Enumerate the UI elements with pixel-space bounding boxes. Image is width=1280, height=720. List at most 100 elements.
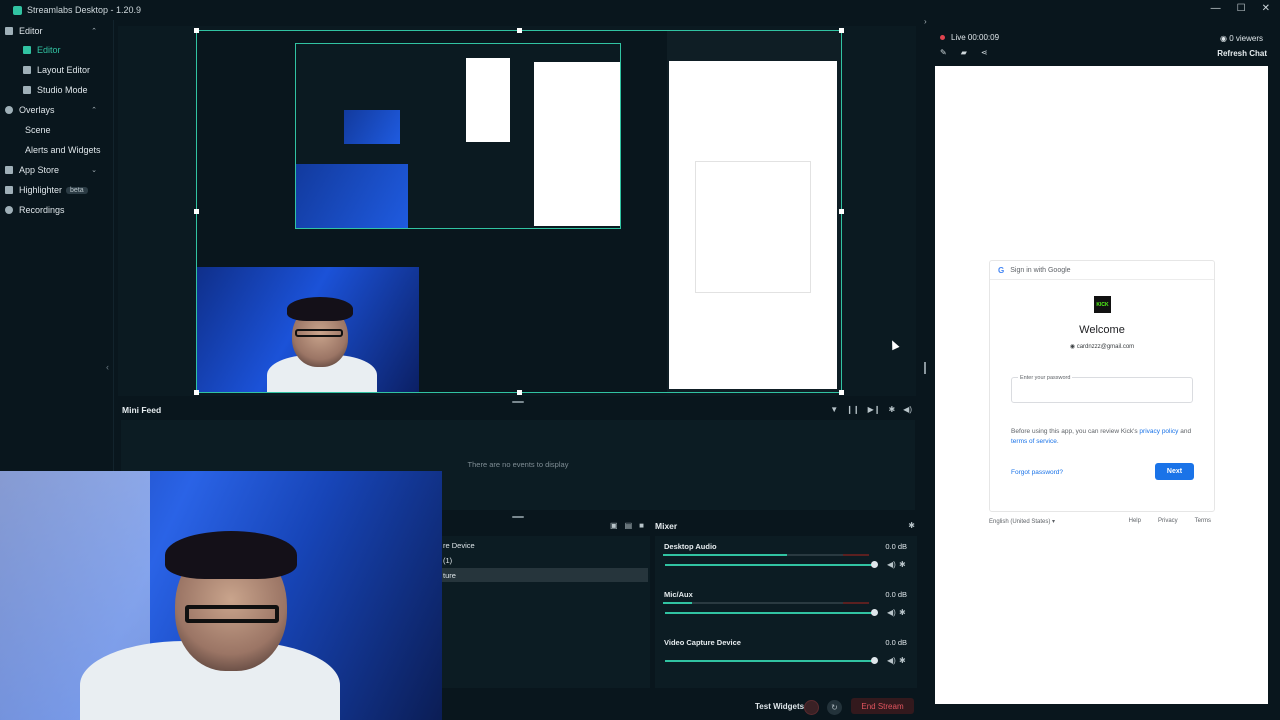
sidebar-item-label: Editor xyxy=(19,26,43,36)
google-signin-card: G Sign in with Google KICK Welcome ◉ car… xyxy=(989,260,1215,512)
window-controls: — ☐ ✕ xyxy=(1211,3,1270,14)
folder-icon[interactable]: ▰ xyxy=(961,48,967,57)
share-icon[interactable]: ⋖ xyxy=(981,48,988,57)
mini-feed-toolbar: ▼ ❙❙ ▶❙ ✱ ◀) xyxy=(830,405,912,414)
minimize-button[interactable]: — xyxy=(1211,3,1221,14)
password-field-label: Enter your password xyxy=(1018,375,1073,381)
privacy-link[interactable]: Privacy xyxy=(1158,518,1178,524)
webcam-glasses xyxy=(295,329,343,337)
nested-preview-capture xyxy=(295,43,621,229)
editor-icon xyxy=(23,46,31,54)
sidebar-item-recordings[interactable]: Recordings xyxy=(5,202,103,218)
resize-handle[interactable] xyxy=(839,209,844,214)
account-chip[interactable]: ◉ cardnzzz@gmail.com xyxy=(990,343,1214,350)
volume-slider[interactable] xyxy=(665,609,878,616)
viewer-count: ◉ 0 viewers xyxy=(1220,34,1263,43)
volume-slider-knob[interactable] xyxy=(871,609,878,616)
sidebar-item-highlighter[interactable]: Highlighter beta xyxy=(5,182,103,198)
folder-icon[interactable]: ▣ xyxy=(610,521,618,530)
mixer-panel: Mixer ✱ Desktop Audio 0.0 dB ◀) ✱ Mic/Au… xyxy=(655,520,917,688)
webcam-hair xyxy=(287,297,353,321)
sources-panel: ▣ ▤ ■ re Device (1) ture xyxy=(440,520,650,688)
chat-resize-grip[interactable] xyxy=(924,362,926,374)
volume-slider-knob[interactable] xyxy=(871,561,878,568)
live-dot-icon xyxy=(940,35,945,40)
recordings-icon xyxy=(5,206,13,214)
volume-slider-knob[interactable] xyxy=(871,657,878,664)
add-source-icon[interactable]: ▤ xyxy=(625,521,633,530)
refresh-chat-button[interactable]: Refresh Chat xyxy=(1217,49,1267,58)
add-folder-icon[interactable]: ■ xyxy=(639,521,644,530)
source-item[interactable]: re Device xyxy=(440,538,475,552)
resize-handle[interactable] xyxy=(194,28,199,33)
google-signin-header-text: Sign in with Google xyxy=(1010,266,1071,274)
welcome-heading: Welcome xyxy=(1079,324,1125,336)
chevron-up-icon[interactable]: ⌃ xyxy=(91,106,97,114)
chevron-down-icon: ▾ xyxy=(1052,519,1056,525)
window-title: Streamlabs Desktop - 1.20.9 xyxy=(27,5,142,15)
sidebar-item-editor[interactable]: Editor xyxy=(23,42,103,58)
sidebar-item-scene[interactable]: Scene xyxy=(25,122,105,138)
volume-icon[interactable]: ◀) xyxy=(903,405,912,414)
preview-canvas[interactable] xyxy=(196,30,842,393)
footer-links: Help Privacy Terms xyxy=(1129,518,1211,524)
panel-drag-handle[interactable] xyxy=(512,516,524,518)
resize-handle[interactable] xyxy=(517,390,522,395)
resize-handle[interactable] xyxy=(517,28,522,33)
live-status: Live 00:00:09 xyxy=(940,33,999,42)
sidebar-item-editor-group[interactable]: Editor ⌃ xyxy=(5,23,103,39)
kick-logo-icon: KICK xyxy=(1094,296,1111,313)
track-settings-icon[interactable]: ✱ xyxy=(899,656,906,665)
help-link[interactable]: Help xyxy=(1129,518,1141,524)
volume-slider[interactable] xyxy=(665,561,878,568)
settings-icon[interactable]: ✱ xyxy=(888,405,895,414)
replay-buffer-icon[interactable]: ↻ xyxy=(827,700,842,715)
skip-icon[interactable]: ▶❙ xyxy=(868,405,881,414)
chat-toolbar: ✎ ▰ ⋖ xyxy=(940,48,988,57)
sources-list: re Device (1) ture xyxy=(440,536,650,688)
track-settings-icon[interactable]: ✱ xyxy=(899,560,906,569)
terms-of-service-link[interactable]: terms of service xyxy=(1011,438,1057,445)
sidebar-item-overlays[interactable]: Overlays ⌃ xyxy=(5,102,103,118)
end-stream-button[interactable]: End Stream xyxy=(851,698,914,714)
resize-handle[interactable] xyxy=(194,390,199,395)
forgot-password-link[interactable]: Forgot password? xyxy=(1011,469,1063,476)
test-widgets-button[interactable]: Test Widgets xyxy=(755,702,804,711)
sidebar-item-studio-mode[interactable]: Studio Mode xyxy=(23,82,103,98)
mute-icon[interactable]: ◀) xyxy=(887,560,896,569)
mute-icon[interactable]: ◀) xyxy=(887,656,896,665)
webcam-overlay xyxy=(0,471,442,720)
resize-handle[interactable] xyxy=(194,209,199,214)
filter-icon[interactable]: ▼ xyxy=(830,405,838,414)
nested-signin-capture xyxy=(669,61,837,389)
source-item-selected[interactable]: ture xyxy=(440,568,648,582)
close-button[interactable]: ✕ xyxy=(1262,3,1270,14)
track-settings-icon[interactable]: ✱ xyxy=(899,608,906,617)
sidebar-item-alerts-widgets[interactable]: Alerts and Widgets xyxy=(25,142,105,158)
privacy-policy-link[interactable]: privacy policy xyxy=(1139,428,1178,435)
pause-icon[interactable]: ❙❙ xyxy=(846,405,859,414)
volume-slider[interactable] xyxy=(665,657,878,664)
nested-webcam-capture xyxy=(296,164,408,228)
mixer-settings-icon[interactable]: ✱ xyxy=(908,521,915,530)
track-db: 0.0 dB xyxy=(885,590,907,599)
expand-panel-icon[interactable]: › xyxy=(924,17,927,26)
chevron-up-icon[interactable]: ⌃ xyxy=(91,27,97,35)
next-button[interactable]: Next xyxy=(1155,463,1194,480)
sidebar-item-layout-editor[interactable]: Layout Editor xyxy=(23,62,103,78)
chevron-down-icon[interactable]: ⌄ xyxy=(91,166,97,174)
language-select[interactable]: English (United States) ▾ xyxy=(989,518,1055,525)
edit-icon[interactable]: ✎ xyxy=(940,48,947,57)
collapse-sidebar-icon[interactable]: ‹ xyxy=(106,362,109,372)
mute-icon[interactable]: ◀) xyxy=(887,608,896,617)
resize-handle[interactable] xyxy=(839,28,844,33)
terms-link[interactable]: Terms xyxy=(1195,518,1211,524)
sidebar-item-app-store[interactable]: App Store ⌄ xyxy=(5,162,103,178)
resize-handle[interactable] xyxy=(839,390,844,395)
record-button[interactable] xyxy=(804,700,819,715)
volume-meter xyxy=(663,602,869,604)
password-field[interactable]: Enter your password xyxy=(1011,375,1193,403)
chat-panel: Live 00:00:09 ◉ 0 viewers ✎ ▰ ⋖ Refresh … xyxy=(930,26,1275,720)
track-db: 0.0 dB xyxy=(885,638,907,647)
maximize-button[interactable]: ☐ xyxy=(1237,3,1246,14)
